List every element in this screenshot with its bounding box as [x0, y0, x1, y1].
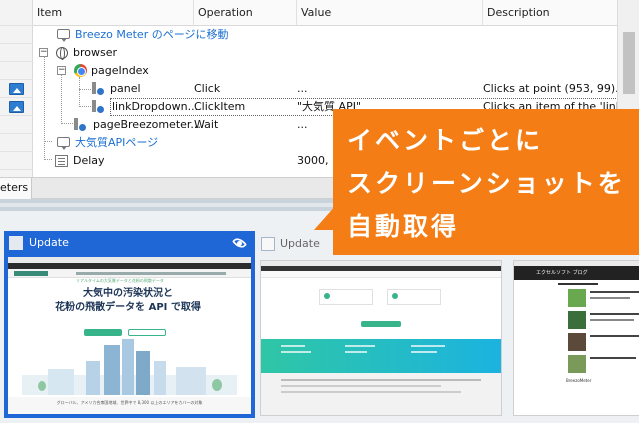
delay-icon — [55, 155, 68, 167]
shot-headline: 大気中の汚染状況と 花粉の飛散データを API で取得 — [55, 288, 201, 313]
screenshot-thumbnail-icon[interactable] — [9, 101, 24, 113]
shot-footer-text: グローバル、アメリカ合衆国地域、世界中で 8,300 以上のエリアをカバーの対象 — [56, 400, 203, 405]
row-gutter — [0, 0, 33, 177]
step-item-label: browser — [73, 46, 118, 59]
wait-action-icon — [74, 118, 86, 132]
step-description: Clicks at point (953, 99)... — [483, 82, 623, 95]
collapse-toggle[interactable]: − — [39, 48, 48, 57]
click-action-icon — [92, 82, 104, 96]
screenshot-preview[interactable]: リアルタイムの大気質データと花粉の飛散データ 大気中の汚染状況と 花粉の飛散デー… — [8, 257, 251, 414]
screenshot-preview[interactable]: エクセルソフト ブログ BreezoMeter — [513, 260, 639, 416]
step-item-label: Breezo Meter のページに移動 — [75, 28, 229, 41]
scrollbar-thumb[interactable] — [623, 32, 635, 94]
card-title: Update — [280, 237, 320, 250]
tab-parameters[interactable]: eters — [0, 178, 32, 199]
comment-icon — [57, 29, 70, 42]
step-item-label: 大気質APIページ — [75, 136, 159, 149]
shot-banner-text: リアルタイムの大気質データと花粉の飛散データ — [76, 278, 164, 283]
collapse-toggle[interactable]: − — [57, 66, 66, 75]
globe-icon — [56, 47, 68, 60]
card-checkbox[interactable] — [9, 236, 23, 250]
screenshot-preview[interactable] — [260, 260, 502, 416]
column-header-item[interactable]: Item — [33, 0, 194, 26]
step-row[interactable]: Breezo Meter のページに移動 — [33, 26, 617, 44]
column-header-value[interactable]: Value — [297, 0, 483, 26]
screenshot-card[interactable]: エクセルソフト ブログ BreezoMeter — [511, 231, 639, 422]
comment-icon — [57, 137, 70, 150]
card-checkbox[interactable] — [261, 237, 275, 251]
screenshot-thumbnail-icon[interactable] — [9, 83, 24, 95]
column-header-description[interactable]: Description — [483, 0, 617, 26]
step-item-label: panel — [110, 82, 141, 95]
callout-text: イベントごとに スクリーンショットを 自動取得 — [347, 126, 626, 241]
step-item-label: linkDropdown... — [112, 100, 199, 113]
step-row[interactable]: panel Click ... Clicks at point (953, 99… — [33, 80, 623, 98]
step-item-label: Delay — [73, 154, 105, 167]
click-action-icon — [92, 100, 104, 114]
step-row[interactable]: − browser — [33, 44, 617, 62]
screenshot-card[interactable]: Update — [258, 231, 504, 422]
shot3-title: エクセルソフト ブログ — [536, 270, 588, 276]
column-header-operation[interactable]: Operation — [194, 0, 297, 26]
step-operation: Click — [194, 82, 221, 95]
step-item-label: pageBreezometer... — [93, 118, 201, 131]
step-operation: Wait — [194, 118, 219, 131]
step-row[interactable]: − pageIndex — [33, 62, 617, 80]
annotation-callout: イベントごとに スクリーンショットを 自動取得 — [333, 109, 639, 255]
step-operation: ClickItem — [194, 100, 246, 113]
step-item-label: pageIndex — [91, 64, 149, 77]
chrome-icon — [74, 64, 87, 77]
shot3-brand: BreezoMeter — [566, 378, 592, 383]
screenshot-card-active[interactable]: Update リアルタイムの大気質データと花粉の飛散データ 大気中の汚染状況と … — [4, 231, 255, 418]
card-title: Update — [29, 236, 69, 249]
grid-header: Item Operation Value Description — [33, 0, 617, 26]
step-value[interactable]: ... — [297, 80, 479, 98]
